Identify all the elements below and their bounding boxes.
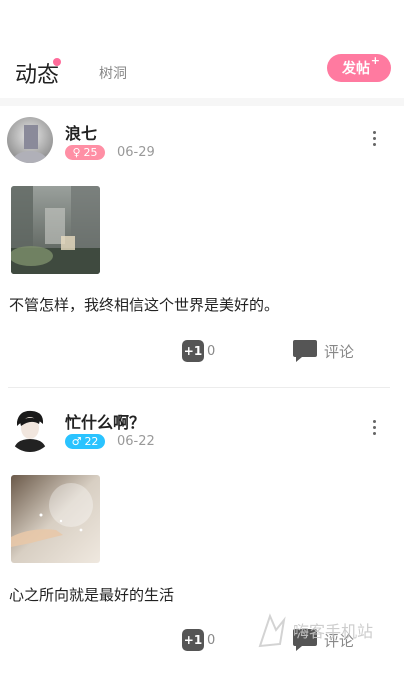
post-divider	[8, 387, 390, 388]
plus-one-button[interactable]: +1 0	[182, 340, 215, 362]
plus-one-icon: +1	[182, 629, 204, 651]
post-image[interactable]	[11, 186, 100, 274]
avatar[interactable]	[7, 117, 53, 163]
post-date: 06-29	[117, 145, 155, 160]
female-icon: ♀	[72, 146, 81, 159]
watermark: 嗨客手机站	[256, 610, 373, 650]
plus-icon: +	[370, 54, 380, 67]
more-options-icon[interactable]	[373, 131, 377, 149]
more-options-icon[interactable]	[373, 420, 377, 438]
username[interactable]: 浪七	[65, 120, 97, 144]
age-value: 22	[84, 435, 99, 448]
post-content: 不管怎样，我终相信这个世界是美好的。	[9, 296, 280, 314]
watermark-logo-icon	[258, 613, 286, 648]
comment-label: 评论	[324, 342, 355, 361]
header-divider-band	[0, 98, 404, 106]
new-post-label: 发帖	[342, 61, 370, 77]
like-count: 0	[207, 632, 216, 648]
plus-one-icon: +1	[182, 340, 204, 362]
gender-age-badge: ♂ 22	[65, 434, 105, 449]
like-count: 0	[207, 343, 216, 359]
plus-one-button[interactable]: +1 0	[182, 629, 215, 651]
top-header: 动态 树洞 发帖 +	[0, 0, 404, 98]
avatar[interactable]	[7, 406, 53, 452]
tab-treehole[interactable]: 树洞	[99, 63, 127, 83]
gender-age-badge: ♀ 25	[65, 145, 105, 160]
notification-dot	[53, 58, 61, 66]
comment-button[interactable]: 评论	[292, 339, 354, 363]
watermark-text: 嗨客手机站	[293, 622, 374, 641]
male-icon: ♂	[71, 435, 82, 448]
post-image[interactable]	[11, 475, 100, 563]
comment-icon	[293, 340, 317, 362]
age-value: 25	[83, 146, 98, 159]
post-content: 心之所向就是最好的生活	[9, 586, 175, 604]
post-date: 06-22	[117, 434, 155, 449]
username[interactable]: 忙什么啊？	[65, 409, 145, 433]
new-post-button[interactable]: 发帖 +	[327, 54, 391, 82]
